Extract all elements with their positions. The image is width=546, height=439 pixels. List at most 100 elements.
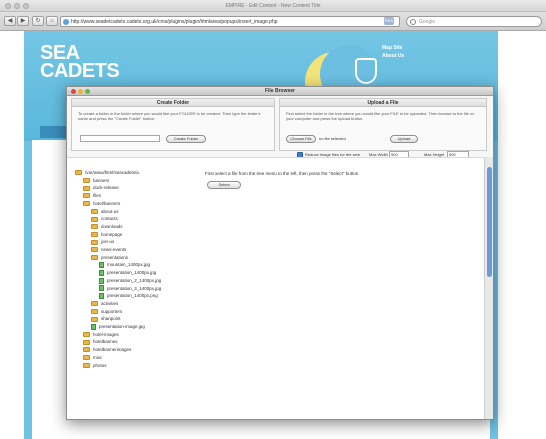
image-file-icon: [99, 277, 104, 284]
folder-icon: [83, 339, 90, 345]
tree-item-label: hotel-images: [93, 331, 119, 337]
modal-titlebar: File Browser: [67, 87, 493, 96]
header-links: Map Site About Us: [382, 44, 404, 60]
no-file-label: no file selected: [319, 136, 346, 141]
tree-folder-item[interactable]: downloads: [91, 223, 123, 230]
browser-window-title: EMPIRE - Edit Content - New Content Titl…: [225, 3, 321, 9]
header-link-map-site[interactable]: Map Site: [382, 44, 404, 52]
folder-icon: [75, 170, 82, 176]
upload-heading: Upload a File: [280, 99, 486, 107]
tree-folder-item[interactable]: presentations: [91, 254, 128, 261]
image-file-icon: [99, 269, 104, 276]
folder-icon: [83, 185, 90, 191]
tree-item-label: files: [93, 193, 102, 199]
folder-icon: [91, 239, 98, 245]
tree-file-item[interactable]: presentation_2_1400px.jpg: [99, 277, 161, 284]
tree-folder-item[interactable]: shanpoint: [91, 315, 121, 322]
tree-item-label: presentation_2_1400px.jpg: [107, 277, 162, 283]
site-logo[interactable]: SEA CADETS: [40, 43, 150, 81]
file-browser-modal: File Browser Create Folder To create a f…: [66, 86, 494, 420]
folder-icon: [83, 347, 90, 353]
tree-item-label: hotelbannes: [93, 339, 118, 345]
tree-folder-item[interactable]: hotel-images: [83, 331, 119, 338]
tree-item-label: mountain_1400px.jpg: [107, 262, 151, 268]
tree-folder-item[interactable]: misc: [83, 354, 102, 361]
tree-item-label: photos: [93, 362, 107, 368]
address-bar[interactable]: http://www.seadetcadets.cadets.org.uk/cm…: [60, 16, 400, 27]
folder-icon: [91, 247, 98, 253]
select-instruction: First select a file from the tree menu t…: [205, 171, 359, 176]
tree-file-item[interactable]: presentation_3_1400px.jpg: [99, 285, 161, 292]
folder-icon: [83, 332, 90, 337]
tree-folder-item[interactable]: hotel/banners: [83, 200, 120, 207]
tree-folder-item[interactable]: news-events: [91, 246, 126, 253]
tree-item-label: presentation-image.jpg: [99, 324, 145, 329]
tree-folder-item[interactable]: files: [83, 192, 101, 199]
upload-panel: Upload a File First select the folder in…: [279, 98, 487, 151]
tree-folder-item[interactable]: activities: [91, 300, 118, 307]
image-file-icon: [99, 293, 104, 299]
folder-icon: [91, 316, 98, 322]
content-tab[interactable]: [40, 126, 68, 138]
tree-item-label: presentations: [101, 254, 129, 260]
tree-folder-item[interactable]: hotelbannerimages: [83, 346, 131, 353]
image-file-icon: [91, 323, 96, 330]
create-folder-button[interactable]: Create Folder: [166, 135, 206, 143]
create-folder-panel: Create Folder To create a folder in the …: [71, 98, 275, 151]
tree-folder-item[interactable]: banners: [83, 177, 109, 184]
tree-folder-item[interactable]: join-us: [91, 238, 114, 245]
folder-icon: [91, 208, 98, 214]
upload-description: First select the folder in the tree wher…: [286, 111, 475, 121]
browser-titlebar: EMPIRE - Edit Content - New Content Titl…: [0, 0, 546, 12]
folder-icon: [83, 355, 90, 361]
tree-file-item[interactable]: mountain_1400px.jpg: [99, 261, 151, 269]
rss-icon[interactable]: RSS: [384, 17, 394, 25]
search-icon: [410, 19, 416, 25]
folder-icon: [83, 178, 90, 183]
tree-item-label: banners: [93, 177, 110, 183]
folder-icon: [83, 201, 90, 207]
folder-icon: [91, 308, 98, 314]
tree-file-item[interactable]: presentation-image.jpg: [91, 323, 145, 330]
tree-folder-item[interactable]: about-us: [91, 208, 119, 215]
globe-icon: [63, 19, 69, 25]
tree-folder-item[interactable]: supporters: [91, 308, 122, 315]
tree-item-label: presentation_3_1400px.jpg: [107, 285, 162, 291]
choose-file-button[interactable]: Choose File: [286, 135, 316, 143]
folder-name-field[interactable]: [80, 135, 160, 142]
tree-folder-item[interactable]: /var/www/html/seacadets/a: [75, 169, 139, 176]
tree-folder-item[interactable]: hotelbannes: [83, 338, 118, 345]
tree-item-label: presentation_1400px.png: [107, 293, 158, 299]
back-button[interactable]: ◀: [4, 16, 16, 26]
scroll-thumb[interactable]: [487, 167, 492, 277]
folder-icon: [91, 301, 98, 307]
header-link-about-us[interactable]: About Us: [382, 52, 404, 60]
tree-item-label: about-us: [101, 208, 119, 214]
tree-item-label: join-us: [101, 239, 115, 245]
tree-item-label: supporters: [101, 308, 123, 314]
tree-file-item[interactable]: presentation_1400px.png: [99, 292, 158, 299]
upload-button[interactable]: Upload: [390, 135, 418, 143]
image-file-icon: [99, 262, 104, 269]
tree-folder-item[interactable]: photos: [83, 362, 107, 369]
select-button[interactable]: Select: [207, 181, 241, 189]
tree-folder-item[interactable]: homepage: [91, 231, 122, 238]
search-placeholder: Google: [419, 19, 436, 25]
tree-folder-item[interactable]: dock-release: [83, 184, 119, 191]
forward-button[interactable]: ▶: [17, 16, 29, 26]
create-folder-heading: Create Folder: [72, 99, 274, 107]
tree-item-label: homepage: [101, 231, 123, 237]
tree-item-label: shanpoint: [101, 316, 121, 322]
modal-scrollbar[interactable]: [484, 157, 493, 419]
tree-file-item[interactable]: presentation_1400px.jpg: [99, 269, 156, 276]
modal-title: File Browser: [264, 88, 295, 94]
folder-icon: [91, 231, 98, 237]
reload-button[interactable]: ↻: [32, 16, 44, 26]
tree-item-label: activities: [101, 300, 119, 306]
search-input[interactable]: Google: [406, 16, 542, 27]
image-file-icon: [99, 285, 104, 292]
url-text: http://www.seadetcadets.cadets.org.uk/cm…: [71, 19, 278, 25]
tree-folder-item[interactable]: contacts: [91, 215, 118, 222]
home-button[interactable]: ⌂: [46, 16, 58, 26]
tree-item-label: /var/www/html/seacadets/a: [85, 170, 139, 175]
